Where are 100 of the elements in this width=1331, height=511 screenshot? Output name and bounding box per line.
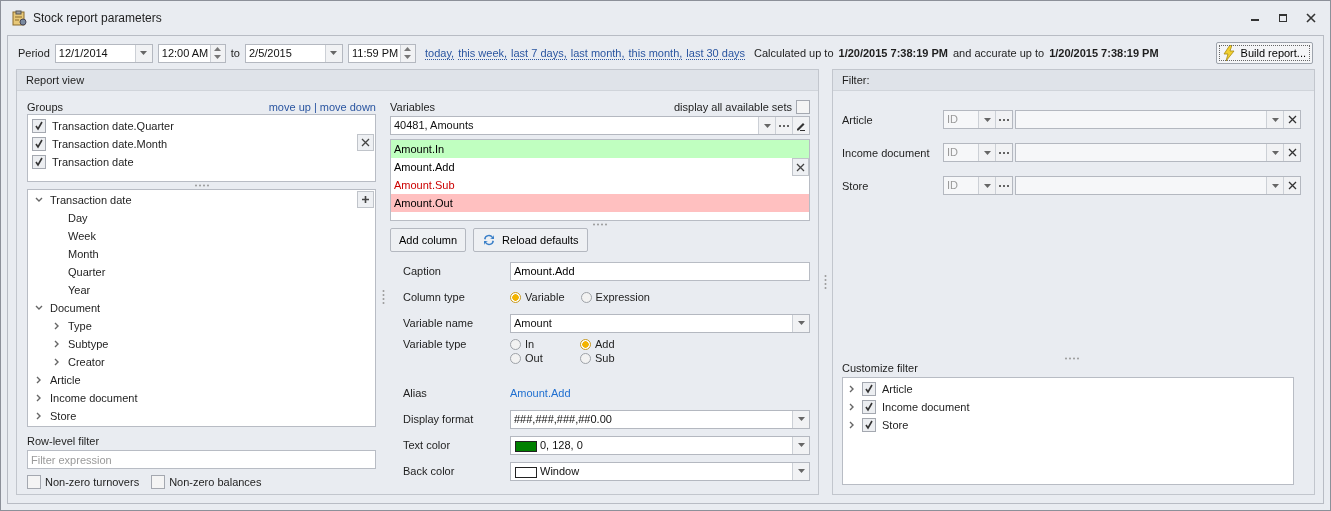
variable-row[interactable]: Amount.In	[391, 140, 809, 158]
group-item[interactable]: Transaction date.Month	[52, 138, 168, 150]
splitter-grip-icon[interactable]	[193, 184, 210, 187]
filter-expression-field[interactable]: Filter expression	[27, 450, 376, 469]
display-format-field[interactable]: ###,###,###,##0.00	[510, 409, 810, 429]
clear-icon[interactable]	[1287, 181, 1297, 190]
splitter-grip-icon[interactable]	[1063, 357, 1080, 360]
move-up-link[interactable]: move up	[268, 100, 311, 113]
clear-icon[interactable]	[1287, 148, 1297, 157]
remove-button[interactable]	[357, 134, 374, 151]
alias-label: Alias	[403, 387, 428, 399]
group-item[interactable]: Transaction date	[52, 156, 134, 168]
accurate-value: 1/20/2015 7:38:19 PM	[1049, 47, 1159, 59]
tree-item[interactable]: Article	[882, 383, 913, 395]
splitter-grip-icon[interactable]	[381, 288, 385, 305]
add-column-button[interactable]: Add column	[390, 228, 467, 252]
period-link[interactable]: last 7 days,	[511, 46, 567, 60]
splitter-grip-icon[interactable]	[824, 274, 827, 290]
radio-button[interactable]	[580, 291, 592, 303]
variable-row[interactable]: Amount.Add	[391, 158, 809, 176]
tree-item[interactable]: Year	[68, 284, 91, 296]
tree-item[interactable]: Income document	[50, 392, 138, 404]
chevron-icon[interactable]	[53, 340, 61, 348]
tree-item[interactable]: Document	[50, 302, 101, 314]
period-link[interactable]: this month,	[628, 46, 683, 60]
time-field[interactable]: 11:59 PM	[348, 43, 416, 63]
chevron-icon[interactable]	[848, 403, 856, 411]
color-field[interactable]: Window	[510, 461, 810, 481]
checkbox[interactable]	[796, 99, 810, 114]
tree-item[interactable]: Store	[50, 410, 77, 422]
tree-item[interactable]: Store	[882, 419, 909, 431]
chevron-icon[interactable]	[848, 421, 856, 429]
caret-icon	[330, 51, 338, 55]
caption-field[interactable]: Amount.Add	[510, 261, 810, 281]
date-field[interactable]: 12/1/2014	[54, 43, 153, 63]
chevron-icon[interactable]	[35, 304, 43, 312]
chevron-icon[interactable]	[848, 385, 856, 393]
tree-item[interactable]: Quarter	[68, 266, 106, 278]
ellipsis-icon[interactable]	[999, 151, 1009, 154]
tree-item[interactable]: Article	[50, 374, 81, 386]
close-icon	[796, 162, 805, 172]
tree-item[interactable]: Week	[68, 230, 96, 242]
color-field[interactable]: 0, 128, 0	[510, 435, 810, 455]
pencil-icon[interactable]	[796, 120, 806, 131]
tree-item[interactable]: Transaction date	[50, 194, 132, 206]
groups-label: Groups	[27, 100, 64, 113]
color-label: Text color	[403, 439, 452, 451]
period-link[interactable]: last month,	[570, 46, 625, 60]
ellipsis-icon[interactable]	[779, 124, 789, 127]
tree-item[interactable]: Income document	[882, 401, 970, 413]
build-report-button[interactable]: Build report...	[1215, 42, 1313, 64]
group-item[interactable]: Transaction date.Quarter	[52, 120, 174, 132]
checkbox[interactable]	[862, 418, 876, 432]
checkbox[interactable]	[32, 155, 46, 169]
ellipsis-icon[interactable]	[999, 118, 1009, 121]
radio-button[interactable]	[510, 352, 521, 364]
move-down-link[interactable]: move down	[319, 100, 376, 113]
checkbox[interactable]	[27, 475, 41, 489]
chevron-icon[interactable]	[35, 196, 43, 204]
chevron-icon[interactable]	[53, 322, 61, 330]
splitter-grip-icon[interactable]	[592, 223, 608, 226]
color-label: Back color	[403, 465, 456, 477]
tree-item[interactable]: Creator	[68, 356, 105, 368]
radio-button[interactable]	[510, 291, 521, 303]
filter-value-field[interactable]	[1015, 110, 1301, 129]
add-button[interactable]	[357, 191, 374, 208]
variable-set-field[interactable]: 40481, Amounts	[390, 116, 810, 135]
time-field[interactable]: 12:00 AM	[157, 43, 226, 63]
tree-item[interactable]: Day	[68, 212, 88, 224]
checkbox[interactable]	[862, 400, 876, 414]
radio-button[interactable]	[580, 352, 591, 364]
checkbox[interactable]	[32, 119, 46, 133]
tree-item[interactable]: Subtype	[68, 338, 109, 350]
period-link[interactable]: last 30 days	[686, 46, 746, 60]
chevron-icon[interactable]	[35, 376, 43, 384]
checkbox[interactable]	[862, 382, 876, 396]
checkbox[interactable]	[151, 475, 166, 489]
filter-value-field[interactable]	[1015, 143, 1301, 162]
ellipsis-icon[interactable]	[999, 184, 1009, 187]
date-field[interactable]: 2/5/2015	[245, 43, 343, 63]
radio-label: Expression	[595, 291, 650, 303]
variable-name-field[interactable]: Amount	[510, 313, 810, 333]
radio-button[interactable]	[580, 338, 591, 350]
variable-row[interactable]: Amount.Out	[391, 194, 809, 212]
chevron-icon[interactable]	[53, 358, 61, 366]
filter-value-field[interactable]	[1015, 176, 1301, 195]
chevron-icon[interactable]	[35, 394, 43, 402]
tree-item[interactable]: Type	[68, 320, 92, 332]
caret-icon	[983, 117, 991, 122]
period-link[interactable]: this week,	[458, 46, 508, 60]
tree-item[interactable]: Month	[68, 248, 99, 260]
reload-defaults-button[interactable]: Reload defaults	[473, 228, 588, 252]
period-link[interactable]: today,	[425, 46, 455, 60]
checkbox[interactable]	[32, 137, 46, 151]
remove-button[interactable]	[792, 158, 809, 176]
spin-icon	[404, 46, 412, 60]
caret-icon	[797, 443, 805, 447]
clear-icon[interactable]	[1287, 115, 1297, 124]
chevron-icon[interactable]	[35, 412, 43, 420]
radio-button[interactable]	[510, 338, 521, 350]
